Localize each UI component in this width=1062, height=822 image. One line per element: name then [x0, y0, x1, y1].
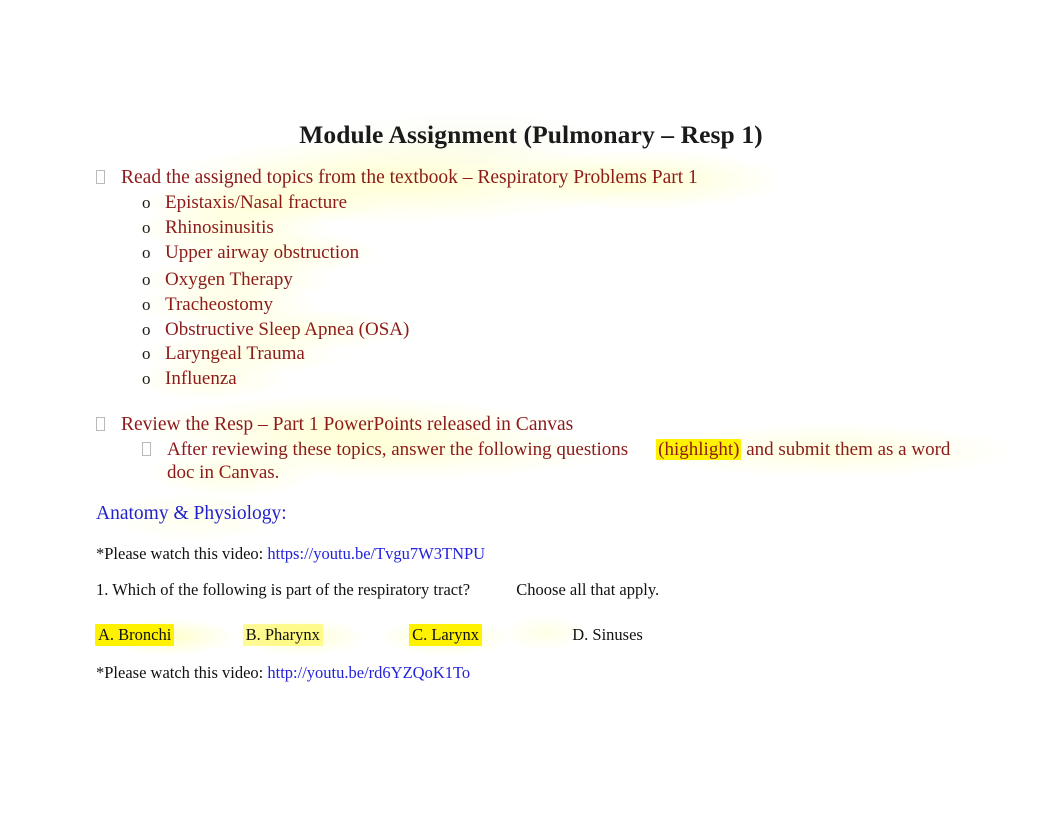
sub-bullet-paragraph: After reviewing these topics, answer the… — [167, 438, 977, 484]
list-item: o Epistaxis/Nasal fracture — [142, 192, 347, 214]
sub-bullet-label: Influenza — [165, 368, 237, 389]
bullet-item-read-topics: Read the assigned topics from the textbo… — [96, 166, 698, 189]
bullet-label: Read the assigned topics from the textbo… — [121, 167, 698, 188]
sub-bullet-marker-o-icon: o — [142, 320, 151, 339]
sub-bullet-label: Obstructive Sleep Apnea (OSA) — [165, 319, 410, 340]
sub-bullet-label: Oxygen Therapy — [165, 269, 293, 290]
sub-bullet-label: Laryngeal Trauma — [165, 343, 305, 364]
bullet-marker-tofu-icon — [96, 417, 105, 431]
bullet-marker-tofu-icon — [142, 442, 151, 456]
bullet-marker-tofu-icon — [96, 170, 105, 184]
video-url-link[interactable]: http://youtu.be/rd6YZQoK1To — [267, 663, 470, 682]
sub-bullet-label: Rhinosinusitis — [165, 217, 274, 238]
answer-option-b[interactable]: B. Pharynx — [242, 624, 323, 646]
section-heading-anatomy-physiology: Anatomy & Physiology: — [96, 503, 287, 524]
list-item: o Obstructive Sleep Apnea (OSA) — [142, 319, 409, 341]
list-item: o Oxygen Therapy — [142, 269, 293, 291]
question-prompt: Which of the following is part of the re… — [112, 580, 471, 599]
video-link-line-1: *Please watch this video: https://youtu.… — [96, 544, 485, 564]
sub-bullet-label: Upper airway obstruction — [165, 242, 360, 263]
instruction-text-before: After reviewing these topics, answer the… — [167, 439, 629, 460]
sub-bullet-marker-o-icon: o — [142, 295, 151, 314]
video-label: *Please watch this video: — [96, 544, 264, 563]
video-label: *Please watch this video: — [96, 663, 264, 682]
answer-option-a[interactable]: A. Bronchi — [95, 624, 175, 646]
sub-bullet-marker-o-icon: o — [142, 270, 151, 289]
sub-bullet-label: Epistaxis/Nasal fracture — [165, 192, 348, 213]
sub-bullet-marker-o-icon: o — [142, 344, 151, 363]
list-item: o Laryngeal Trauma — [142, 343, 305, 365]
question-instruction: Choose all that apply. — [516, 580, 660, 599]
sub-bullet-marker-o-icon: o — [142, 243, 151, 262]
list-item: o Rhinosinusitis — [142, 217, 274, 239]
bullet-label: Review the Resp – Part 1 PowerPoints rel… — [121, 414, 574, 435]
highlight-keyword: (highlight) — [656, 439, 742, 460]
document-page: Module Assignment (Pulmonary – Resp 1) R… — [0, 0, 1062, 822]
list-item: o Influenza — [142, 368, 237, 390]
answer-option-c[interactable]: C. Larynx — [409, 624, 482, 646]
video-link-line-2: *Please watch this video: http://youtu.b… — [96, 663, 470, 683]
question-number: 1. — [96, 580, 109, 599]
sub-bullet-label: Tracheostomy — [165, 294, 274, 315]
answer-option-d[interactable]: D. Sinuses — [572, 625, 643, 645]
sub-bullet-marker-o-icon: o — [142, 193, 151, 212]
sub-bullet-marker-o-icon: o — [142, 218, 151, 237]
list-item: o Upper airway obstruction — [142, 242, 359, 264]
sub-bullet-answer-instructions: After reviewing these topics, answer the… — [142, 438, 977, 484]
answer-options-row: A. Bronchi B. Pharynx C. Larynx D. Sinus… — [95, 624, 795, 646]
question-1-line: 1. Which of the following is part of the… — [96, 580, 659, 600]
video-url-link[interactable]: https://youtu.be/Tvgu7W3TNPU — [267, 544, 485, 563]
list-item: o Tracheostomy — [142, 294, 273, 316]
sub-bullet-marker-o-icon: o — [142, 369, 151, 388]
page-title: Module Assignment (Pulmonary – Resp 1) — [299, 120, 763, 149]
bullet-item-review-powerpoints: Review the Resp – Part 1 PowerPoints rel… — [96, 413, 573, 436]
